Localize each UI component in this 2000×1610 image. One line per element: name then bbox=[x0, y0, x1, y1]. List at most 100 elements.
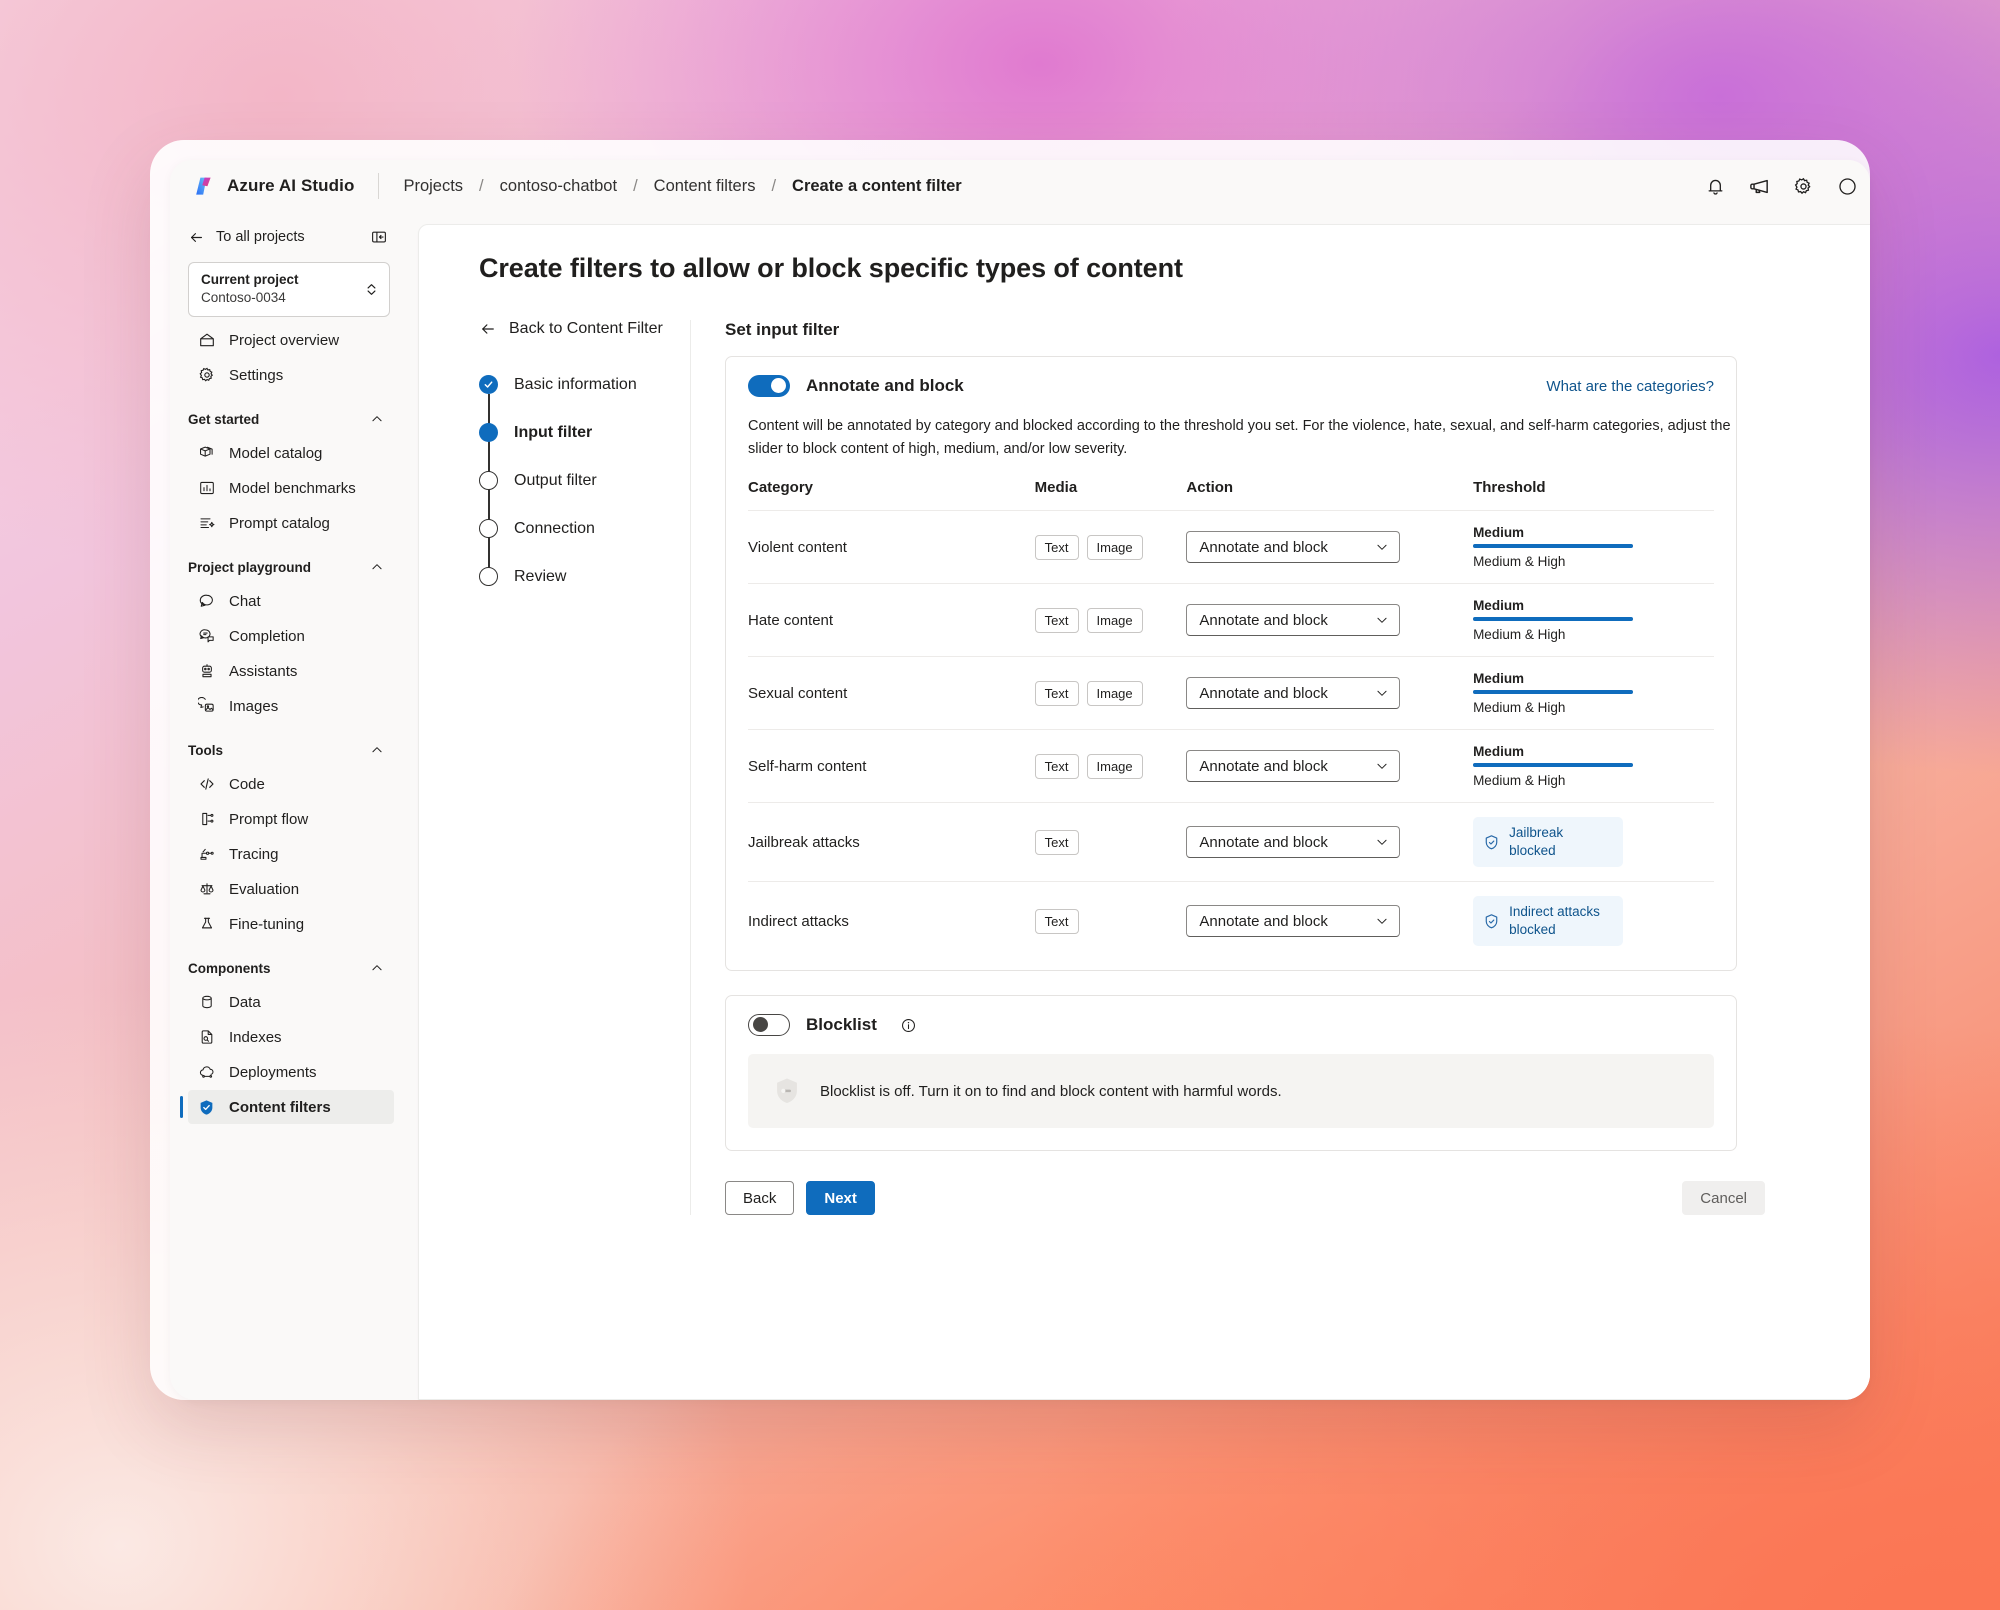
threshold-slider[interactable]: Medium Medium & High bbox=[1473, 744, 1634, 788]
breadcrumb-item-project[interactable]: contoso-chatbot bbox=[498, 177, 619, 196]
sidebar-group-label: Tools bbox=[188, 742, 223, 758]
to-all-projects-link[interactable]: To all projects bbox=[188, 229, 305, 246]
cell-action: Annotate and block bbox=[1186, 583, 1474, 657]
media-chip-text[interactable]: Text bbox=[1034, 829, 1079, 855]
bell-icon[interactable] bbox=[1696, 167, 1734, 205]
blocklist-toggle[interactable] bbox=[748, 1014, 790, 1036]
help-icon[interactable] bbox=[1828, 167, 1866, 205]
breadcrumb-item-content-filters[interactable]: Content filters bbox=[652, 177, 758, 196]
table-row: Indirect attacks Text Annotate and block… bbox=[748, 882, 1714, 961]
step-label: Connection bbox=[514, 520, 595, 537]
breadcrumb-item-projects[interactable]: Projects bbox=[401, 177, 465, 196]
threshold-slider[interactable]: Medium Medium & High bbox=[1473, 598, 1634, 642]
cell-category: Sexual content bbox=[748, 656, 1035, 730]
sidebar-item-deployments[interactable]: Deployments bbox=[188, 1055, 394, 1089]
sidebar-item-label: Indexes bbox=[229, 1028, 282, 1046]
action-select[interactable]: Annotate and block bbox=[1186, 604, 1401, 636]
media-chip-image[interactable]: Image bbox=[1086, 680, 1143, 706]
action-select[interactable]: Annotate and block bbox=[1186, 826, 1401, 858]
wizard-step-basic-information[interactable]: Basic information bbox=[479, 374, 690, 442]
sidebar-group-components[interactable]: Components bbox=[188, 955, 384, 981]
sidebar-item-model-catalog[interactable]: Model catalog bbox=[188, 436, 394, 470]
cell-action: Annotate and block bbox=[1186, 802, 1474, 882]
sidebar-item-settings[interactable]: Settings bbox=[188, 358, 394, 392]
action-select[interactable]: Annotate and block bbox=[1186, 677, 1401, 709]
sidebar-item-model-benchmarks[interactable]: Model benchmarks bbox=[188, 471, 394, 505]
next-button[interactable]: Next bbox=[806, 1181, 875, 1215]
sidebar-item-prompt-catalog[interactable]: Prompt catalog bbox=[188, 506, 394, 540]
media-chip-text[interactable]: Text bbox=[1034, 908, 1079, 934]
media-chip-image[interactable]: Image bbox=[1086, 534, 1143, 560]
back-to-content-filter-link[interactable]: Back to Content Filter bbox=[479, 320, 690, 338]
sidebar-item-content-filters[interactable]: Content filters bbox=[180, 1090, 394, 1125]
step-label: Input filter bbox=[514, 424, 593, 441]
media-chip-image[interactable]: Image bbox=[1086, 607, 1143, 633]
announcement-icon[interactable] bbox=[1740, 167, 1778, 205]
cube-icon bbox=[197, 444, 216, 463]
sidebar-group-get-started[interactable]: Get started bbox=[188, 406, 384, 432]
sidebar-item-evaluation[interactable]: Evaluation bbox=[188, 872, 394, 906]
threshold-slider[interactable]: Medium Medium & High bbox=[1473, 525, 1634, 569]
step-status-dot bbox=[479, 519, 498, 538]
info-icon[interactable] bbox=[900, 1017, 917, 1034]
action-select-value: Annotate and block bbox=[1199, 611, 1328, 629]
media-chip-text[interactable]: Text bbox=[1034, 607, 1079, 633]
wizard-step-connection[interactable]: Connection bbox=[479, 518, 690, 586]
sidebar-item-prompt-flow[interactable]: Prompt flow bbox=[188, 802, 394, 836]
annotate-and-block-toggle[interactable] bbox=[748, 375, 790, 397]
sidebar-item-images[interactable]: Images bbox=[188, 689, 394, 723]
chevron-up-down-icon bbox=[364, 281, 379, 298]
cancel-button[interactable]: Cancel bbox=[1682, 1181, 1765, 1215]
sidebar-item-data[interactable]: Data bbox=[188, 985, 394, 1019]
brand[interactable]: Azure AI Studio bbox=[192, 174, 354, 198]
column-header-category: Category bbox=[748, 475, 1035, 511]
step-label: Review bbox=[514, 568, 567, 585]
step-status-dot bbox=[479, 375, 498, 394]
media-chip-text[interactable]: Text bbox=[1034, 534, 1079, 560]
sidebar-group-tools[interactable]: Tools bbox=[188, 737, 384, 763]
table-row: Violent content Text Image Annotate and … bbox=[748, 510, 1714, 584]
threshold-value: Medium bbox=[1473, 598, 1525, 613]
code-icon bbox=[197, 775, 216, 794]
sidebar-item-chat[interactable]: Chat bbox=[188, 584, 394, 618]
gear-icon[interactable] bbox=[1784, 167, 1822, 205]
media-chip-text[interactable]: Text bbox=[1034, 753, 1079, 779]
media-chip-image[interactable]: Image bbox=[1086, 753, 1143, 779]
wizard-step-input-filter[interactable]: Input filter bbox=[479, 422, 690, 490]
back-button[interactable]: Back bbox=[725, 1181, 795, 1215]
collapse-panel-icon[interactable] bbox=[370, 228, 388, 246]
robot-icon bbox=[197, 662, 216, 681]
sidebar-item-code[interactable]: Code bbox=[188, 767, 394, 801]
chevron-up-icon bbox=[370, 743, 384, 757]
action-select[interactable]: Annotate and block bbox=[1186, 750, 1401, 782]
action-select[interactable]: Annotate and block bbox=[1186, 905, 1401, 937]
sidebar-item-indexes[interactable]: Indexes bbox=[188, 1020, 394, 1054]
annotate-toggle-row: Annotate and block bbox=[748, 375, 964, 397]
media-chip-text[interactable]: Text bbox=[1034, 680, 1079, 706]
sidebar-item-assistants[interactable]: Assistants bbox=[188, 654, 394, 688]
to-all-projects-label: To all projects bbox=[216, 229, 305, 245]
wizard-step-output-filter[interactable]: Output filter bbox=[479, 470, 690, 538]
sidebar-item-completion[interactable]: Completion bbox=[188, 619, 394, 653]
sidebar-item-project-overview[interactable]: Project overview bbox=[188, 323, 394, 357]
threshold-track bbox=[1473, 617, 1634, 621]
sidebar-item-fine-tuning[interactable]: Fine-tuning bbox=[188, 907, 394, 941]
sidebar-item-tracing[interactable]: Tracing bbox=[188, 837, 394, 871]
project-switcher[interactable]: Current project Contoso-0034 bbox=[188, 262, 390, 318]
project-switcher-name: Contoso-0034 bbox=[201, 290, 286, 306]
step-label: Output filter bbox=[514, 472, 597, 489]
cell-media: Text bbox=[1034, 882, 1187, 961]
action-select-value: Annotate and block bbox=[1199, 757, 1328, 775]
azure-ai-studio-logo-icon bbox=[192, 174, 216, 198]
threshold-track bbox=[1473, 763, 1634, 767]
blocklist-panel: Blocklist Blocklist is off. Turn it on t… bbox=[725, 995, 1737, 1151]
what-are-categories-link[interactable]: What are the categories? bbox=[1546, 378, 1714, 395]
cell-media: Text Image bbox=[1034, 583, 1187, 657]
step-status-dot bbox=[479, 567, 498, 586]
sidebar-group-project-playground[interactable]: Project playground bbox=[188, 554, 384, 580]
action-select[interactable]: Annotate and block bbox=[1186, 531, 1401, 563]
wizard-step-review[interactable]: Review bbox=[479, 566, 690, 614]
threshold-slider[interactable]: Medium Medium & High bbox=[1473, 671, 1634, 715]
sidebar-item-label: Code bbox=[229, 775, 265, 793]
app-window: Azure AI Studio Projects / contoso-chatb… bbox=[170, 160, 1870, 1400]
